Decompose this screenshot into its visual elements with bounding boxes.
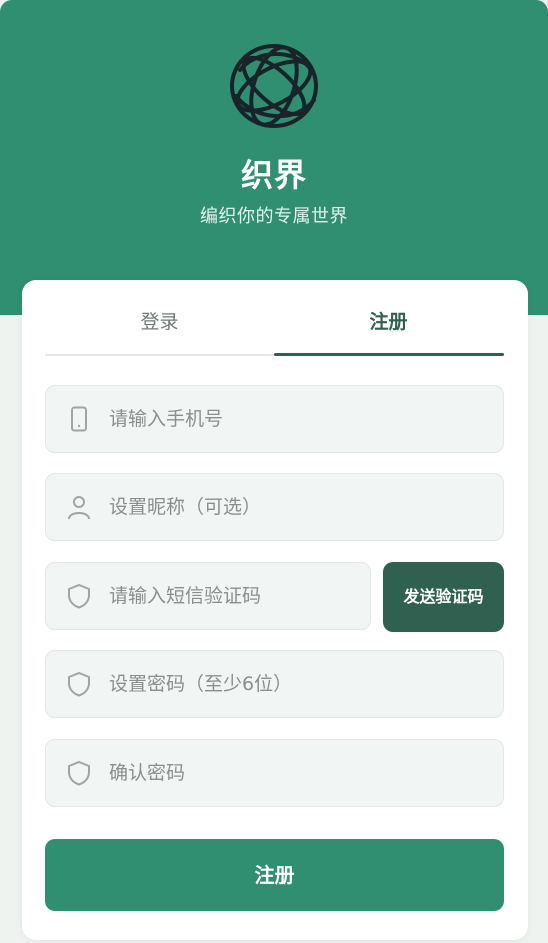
user-icon: [66, 494, 92, 520]
sms-code-field: [45, 562, 371, 630]
tab-register[interactable]: 注册: [274, 280, 503, 354]
globe-icon: [226, 38, 322, 134]
app-title: 织界: [240, 156, 307, 194]
confirm-password-field: [45, 739, 504, 807]
auth-tabs: 登录 注册: [45, 280, 504, 356]
register-card: 登录 注册 发送验证码: [22, 280, 528, 940]
phone-input[interactable]: [109, 386, 479, 452]
app-subtitle: 编织你的专属世界: [200, 206, 348, 227]
nickname-input[interactable]: [109, 474, 479, 540]
confirm-password-input[interactable]: [109, 740, 479, 806]
shield-icon: [66, 671, 92, 697]
password-input[interactable]: [109, 651, 479, 717]
nickname-field: [45, 473, 504, 541]
hero-header: 织界 编织你的专属世界: [0, 0, 548, 315]
active-tab-indicator: [274, 353, 504, 356]
phone-icon: [66, 406, 92, 432]
shield-icon: [66, 760, 92, 786]
password-field: [45, 650, 504, 718]
shield-icon: [66, 583, 92, 609]
register-submit-button[interactable]: 注册: [45, 839, 504, 911]
phone-field: [45, 385, 504, 453]
send-code-button[interactable]: 发送验证码: [383, 562, 504, 632]
tab-login[interactable]: 登录: [45, 280, 274, 354]
sms-code-input[interactable]: [109, 563, 349, 629]
